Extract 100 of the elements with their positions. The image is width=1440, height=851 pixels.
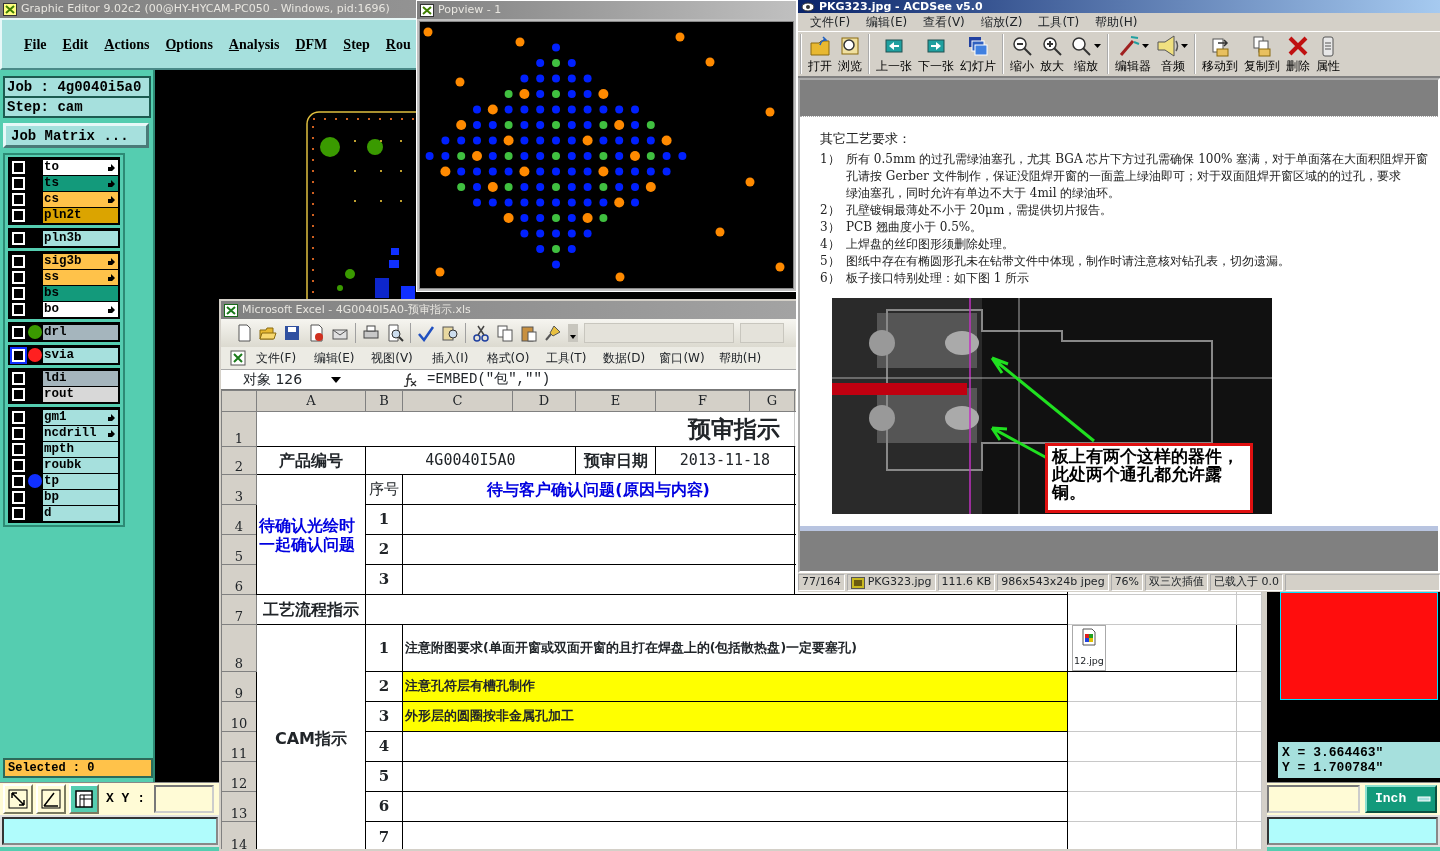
toolbar-button[interactable]: 音频 <box>1155 34 1190 74</box>
toolbar-button[interactable]: 编辑器 <box>1113 34 1153 74</box>
select-all-corner[interactable] <box>221 390 257 411</box>
row-header[interactable]: 2 <box>221 446 257 475</box>
layer-item[interactable]: rout <box>43 386 118 402</box>
menu-item[interactable]: Options <box>157 33 221 55</box>
layer-checkbox[interactable] <box>12 208 25 222</box>
layer-checkbox[interactable] <box>12 160 25 174</box>
layer-checkbox[interactable] <box>12 442 25 456</box>
menu-item[interactable]: 帮助(H) <box>711 349 769 367</box>
menu-item[interactable]: 查看(V) <box>915 13 973 31</box>
row-header[interactable]: 14 <box>221 821 257 849</box>
permission-icon[interactable] <box>307 324 325 342</box>
layer-checkbox[interactable] <box>12 426 25 440</box>
open-folder-icon[interactable] <box>259 324 277 342</box>
layer-item[interactable]: pln2t <box>43 207 118 223</box>
row-header[interactable]: 7 <box>221 594 257 625</box>
xy-input-field[interactable] <box>154 785 214 813</box>
toolbar-button[interactable]: 缩放 <box>1068 34 1103 74</box>
layer-item[interactable]: bp <box>43 489 118 505</box>
toolbar-options-icon[interactable] <box>568 324 578 342</box>
toolbar-button[interactable]: 打开 <box>806 34 834 74</box>
font-field[interactable] <box>584 323 734 343</box>
spelling-icon[interactable] <box>417 324 435 342</box>
column-header[interactable]: A <box>256 390 366 411</box>
formula-field[interactable]: =EMBED("包","") <box>423 369 551 390</box>
format-painter-icon[interactable] <box>544 324 562 342</box>
layer-item[interactable]: sig3b <box>43 253 118 269</box>
layer-item[interactable]: ts <box>43 175 118 191</box>
copy-icon[interactable] <box>496 324 514 342</box>
paste-icon[interactable] <box>520 324 538 342</box>
row-header[interactable]: 3 <box>221 474 257 505</box>
menu-item[interactable]: 工具(T) <box>537 349 595 367</box>
layer-item[interactable]: tp <box>43 473 118 489</box>
save-icon[interactable] <box>283 324 301 342</box>
layer-item[interactable]: d <box>43 505 118 521</box>
print-preview-icon[interactable] <box>386 324 404 342</box>
menu-item[interactable]: 工具(T) <box>1030 13 1088 31</box>
layer-item[interactable]: gm1 <box>43 409 118 425</box>
layer-checkbox[interactable] <box>12 490 25 504</box>
toolbar-button[interactable]: 移动到 <box>1200 34 1240 74</box>
job-matrix-button[interactable]: Job Matrix ... <box>3 123 149 148</box>
menu-item[interactable]: Edit <box>54 33 97 55</box>
toolbar-button[interactable] <box>3 784 33 814</box>
layer-checkbox[interactable] <box>12 474 25 488</box>
embedded-file-icon[interactable]: 12.jpg <box>1072 625 1106 671</box>
row-header[interactable]: 6 <box>221 564 257 595</box>
layer-checkbox[interactable] <box>12 325 25 339</box>
research-icon[interactable] <box>441 324 459 342</box>
menu-item[interactable]: 帮助(H) <box>1087 13 1146 31</box>
layer-checkbox[interactable] <box>12 410 25 424</box>
menu-item[interactable]: DFM <box>287 33 336 55</box>
workbook-icon[interactable] <box>229 349 247 367</box>
layer-item[interactable]: mpth <box>43 441 118 457</box>
layer-item[interactable]: ncdrill <box>43 425 118 441</box>
layer-item[interactable]: svia <box>43 347 118 363</box>
dropdown-icon[interactable] <box>331 376 341 383</box>
row-header[interactable]: 12 <box>221 761 257 792</box>
layer-item[interactable]: bs <box>43 285 118 301</box>
layer-checkbox[interactable] <box>12 231 25 245</box>
layer-item[interactable]: pln3b <box>43 230 118 246</box>
menu-item[interactable]: Actions <box>96 33 158 55</box>
column-header[interactable]: E <box>575 390 656 411</box>
toolbar-button[interactable]: 缩小 <box>1008 34 1036 74</box>
layer-checkbox[interactable] <box>12 286 25 300</box>
toolbar-button[interactable] <box>69 784 99 814</box>
layer-item[interactable]: bo <box>43 301 118 317</box>
toolbar-button[interactable]: 上一张 <box>874 34 914 74</box>
toolbar-button[interactable]: 浏览 <box>836 34 864 74</box>
menu-item[interactable]: 缩放(Z) <box>972 13 1031 31</box>
toolbar-button[interactable]: 幻灯片 <box>958 34 998 74</box>
xy-input-field[interactable] <box>1267 785 1360 813</box>
menu-item[interactable]: 数据(D) <box>595 349 653 367</box>
layer-item[interactable]: cs <box>43 191 118 207</box>
toolbar-button[interactable] <box>36 784 66 814</box>
menu-item[interactable]: Step <box>335 33 378 55</box>
toolbar-button[interactable]: 下一张 <box>916 34 956 74</box>
toolbar-button[interactable]: 属性 <box>1314 34 1342 74</box>
menu-item[interactable]: 格式(O) <box>479 349 537 367</box>
layer-checkbox[interactable] <box>12 387 25 401</box>
toolbar-button[interactable]: 删除 <box>1284 34 1312 74</box>
menu-item[interactable]: Analysis <box>220 33 288 55</box>
column-header[interactable]: F <box>655 390 750 411</box>
function-icon[interactable] <box>403 372 417 387</box>
name-box[interactable]: 对象 126 <box>221 369 331 390</box>
layer-checkbox[interactable] <box>12 192 25 206</box>
menu-item[interactable]: Rou <box>377 33 419 55</box>
menu-item[interactable]: 编辑(E) <box>305 349 363 367</box>
column-header[interactable]: G <box>749 390 795 411</box>
menu-item[interactable]: 窗口(W) <box>653 349 711 367</box>
cut-icon[interactable] <box>472 324 490 342</box>
layer-checkbox[interactable] <box>12 176 25 190</box>
row-header[interactable]: 8 <box>221 624 257 672</box>
row-header[interactable]: 10 <box>221 701 257 732</box>
font-size-field[interactable] <box>740 323 784 343</box>
menu-item[interactable]: File <box>16 33 55 55</box>
row-header[interactable]: 11 <box>221 731 257 762</box>
layer-checkbox[interactable] <box>12 270 25 284</box>
menu-item[interactable]: 文件(F) <box>247 349 305 367</box>
column-header[interactable]: C <box>402 390 513 411</box>
